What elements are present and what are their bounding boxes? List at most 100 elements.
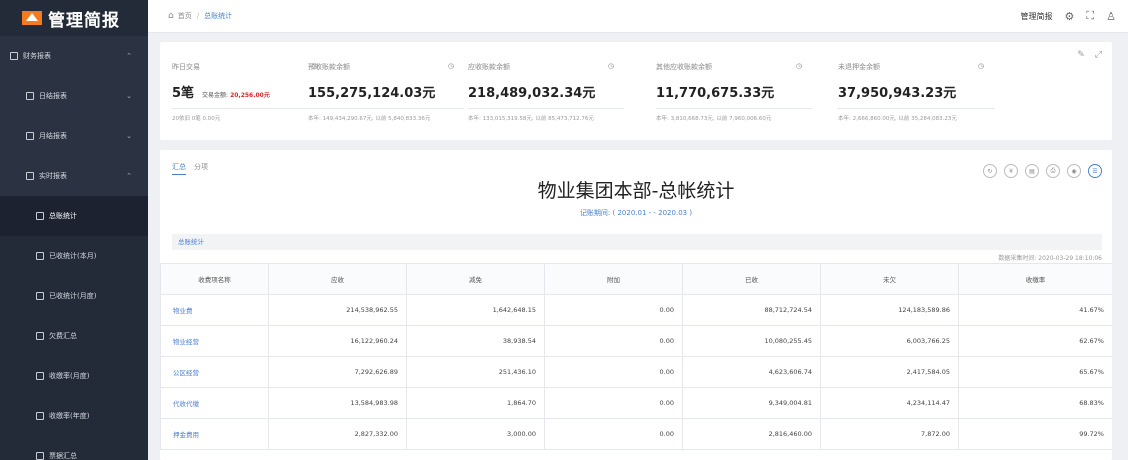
sidebar-item[interactable]: 收缴率(年度) (0, 396, 148, 436)
table-row[interactable]: 公区经营 7,292,626.89 251,436.10 0.00 4,623,606.… (160, 356, 1112, 388)
table-row[interactable]: 代收代缴 13,584,983.98 1,864.70 0.00 9,349,004.8… (160, 387, 1112, 419)
stat-title: 预收账款余额 (308, 63, 350, 71)
table-cell: 0.00 (544, 356, 683, 388)
table-cell: 214,538,962.55 (268, 294, 407, 326)
ledger-table: 收费项名称 应收 减免 附加 已收 未欠 收缴率 物业费 214,538,962.55 1,64… (160, 263, 1112, 450)
app-logo[interactable]: 管理简报 (0, 0, 148, 36)
menu-item-icon (36, 372, 44, 380)
main-panel: 汇总 分项 ↻ ¥ ▤ ⎙ ◉ ☰ 物业集团本部-总帐统计 记账期间: ( 2020.01… (160, 150, 1112, 460)
tab-summary[interactable]: 汇总 (172, 162, 186, 175)
stat-value: 155,275,124.03元 (308, 86, 436, 101)
stat-title: 其他应收账款余额 (656, 63, 712, 71)
sidebar-item[interactable]: 收缴率(月度) (0, 356, 148, 396)
table-cell: 41.67% (958, 294, 1112, 326)
stat-extra-label: 交易金额: (202, 92, 229, 99)
top-bar: ⌂ 首页 / 总账统计 管理简报 ⚙ ⛶ ♙ (148, 0, 1128, 33)
sidebar-item[interactable]: 已收统计(月度) (0, 276, 148, 316)
menu-item-icon (36, 252, 44, 260)
table-row[interactable]: 物业经营 16,122,960.24 38,938.54 0.00 10,080,255… (160, 325, 1112, 357)
sidebar-item[interactable]: 财务报表 ⌃ (0, 36, 148, 76)
table-body: 物业费 214,538,962.55 1,642,648.15 0.00 88,712,… (160, 294, 1112, 450)
stat-item: 应收账款余额 ◷ 218,489,032.34元 本年: 133,015,319.58… (468, 62, 624, 122)
column-header[interactable]: 未欠 (820, 263, 959, 295)
column-header[interactable]: 应收 (268, 263, 407, 295)
table-cell: 4,623,606.74 (682, 356, 821, 388)
stat-item: 未退押金余额 ◷ 37,950,943.23元 本年: 2,666,860.00元, … (838, 62, 994, 122)
table-row[interactable]: 物业费 214,538,962.55 1,642,648.15 0.00 88,712,… (160, 294, 1112, 326)
breadcrumb-home[interactable]: 首页 (178, 11, 192, 21)
stat-title: 应收账款余额 (468, 63, 510, 71)
table-cell: 1,642,648.15 (406, 294, 545, 326)
table-cell: 0.00 (544, 387, 683, 419)
fee-item-link[interactable]: 代收代缴 (160, 387, 269, 419)
sidebar-item[interactable]: 总账统计 (0, 196, 148, 236)
sidebar-item[interactable]: 实时报表 ⌃ (0, 156, 148, 196)
stat-sub: 本年: 149,434,290.67元, 以前 5,840,833.36元 (308, 116, 431, 122)
table-cell: 7,872.00 (820, 418, 959, 450)
page-title: 物业集团本部-总帐统计 (537, 180, 735, 202)
table-cell: 7,292,626.89 (268, 356, 407, 388)
sidebar-item[interactable]: 月结报表 ⌄ (0, 116, 148, 156)
user-icon[interactable]: ♙ (1106, 10, 1116, 23)
sidebar-item[interactable]: 日结报表 ⌄ (0, 76, 148, 116)
sidebar-item-label: 票据汇总 (49, 452, 77, 460)
gear-icon[interactable]: ⚙ (1065, 10, 1075, 23)
table-cell: 16,122,960.24 (268, 325, 407, 357)
stat-sub: 20依旧 0笔 0.00元 (172, 116, 221, 122)
table-cell: 13,584,983.98 (268, 387, 407, 419)
table-row[interactable]: 押金费用 2,827,332.00 3,000.00 0.00 2,816,460.00… (160, 418, 1112, 450)
column-header[interactable]: 减免 (406, 263, 545, 295)
sidebar-item-label: 总账统计 (49, 212, 77, 220)
table-cell: 2,827,332.00 (268, 418, 407, 450)
sidebar-item-label: 实时报表 (39, 172, 67, 180)
home-icon[interactable]: ⌂ (168, 11, 174, 21)
sidebar-item[interactable]: 已收统计(本月) (0, 236, 148, 276)
clock-icon: ◷ (795, 62, 802, 70)
fee-item-link[interactable]: 公区经营 (160, 356, 269, 388)
fee-item-link[interactable]: 物业费 (160, 294, 269, 326)
user-name[interactable]: 管理简报 (1021, 11, 1053, 22)
stat-sub: 本年: 133,015,319.58元, 以前 85,473,712.76元 (468, 116, 594, 122)
fullscreen-icon[interactable]: ⛶ (1086, 9, 1094, 23)
stat-value: 11,770,675.33元 (656, 86, 775, 101)
column-header[interactable]: 收缴率 (958, 263, 1112, 295)
menu-item-icon (36, 332, 44, 340)
clock-icon: ◷ (977, 62, 984, 70)
stat-sub: 本年: 2,666,860.00元, 以前 35,284,083.23元 (838, 116, 957, 122)
menu-item-icon (36, 212, 44, 220)
edit-icon[interactable]: ✎ (1077, 50, 1085, 60)
sidebar-item[interactable]: 欠费汇总 (0, 316, 148, 356)
column-header[interactable]: 收费项名称 (160, 263, 269, 295)
chevron-up-icon: ⌃ (126, 52, 132, 60)
table-cell: 0.00 (544, 325, 683, 357)
fee-item-link[interactable]: 押金费用 (160, 418, 269, 450)
table-cell: 10,080,255.45 (682, 325, 821, 357)
tab-bar: 汇总 分项 (172, 162, 208, 175)
column-header[interactable]: 附加 (544, 263, 683, 295)
sidebar-item-label: 收缴率(年度) (49, 412, 90, 420)
expand-icon[interactable]: ⤢ (1095, 50, 1102, 60)
logo-icon (22, 11, 42, 25)
stat-value: 37,950,943.23元 (838, 86, 957, 101)
stat-value: 5笔 (172, 86, 195, 101)
chevron-down-icon: ⌄ (126, 132, 132, 140)
stats-tools: ✎ ⤢ (1077, 50, 1102, 60)
column-header[interactable]: 已收 (682, 263, 821, 295)
chevron-up-icon: ⌃ (126, 172, 132, 180)
breadcrumb-separator: / (196, 12, 200, 20)
table-cell: 88,712,724.54 (682, 294, 821, 326)
table-cell: 99.72% (958, 418, 1112, 450)
stat-extra-value: 20,256.00元 (230, 92, 270, 99)
menu-item-icon (26, 172, 34, 180)
sidebar-item-label: 已收统计(月度) (49, 292, 97, 300)
table-header-row: 收费项名称 应收 减免 附加 已收 未欠 收缴率 (160, 263, 1112, 295)
table-cell: 38,938.54 (406, 325, 545, 357)
stats-card: ✎ ⤢ 昨日交易 ◷ 5笔 交易金额: 20,256.00元 20依旧 0笔 0.00元 预… (160, 42, 1112, 140)
table-cell: 3,000.00 (406, 418, 545, 450)
menu-item-icon (36, 412, 44, 420)
sidebar-item[interactable]: 票据汇总 (0, 436, 148, 460)
accounting-period[interactable]: 记账期间: ( 2020.01 - - 2020.03 ) (160, 208, 1112, 218)
tab-detail[interactable]: 分项 (194, 162, 208, 175)
fee-item-link[interactable]: 物业经营 (160, 325, 269, 357)
table-cell: 9,349,004.81 (682, 387, 821, 419)
